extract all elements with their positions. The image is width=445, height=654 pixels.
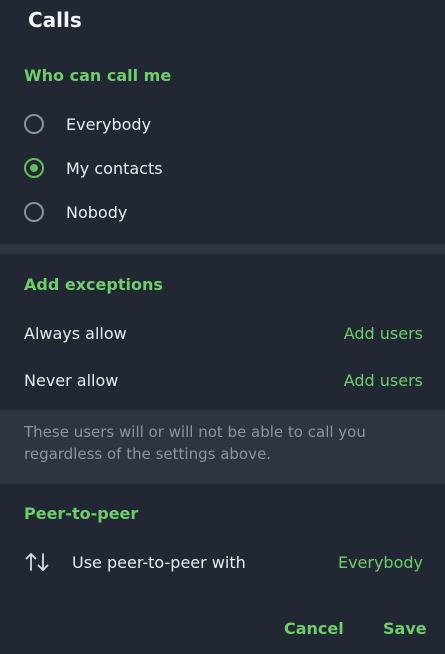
peer-to-peer-row[interactable]: Use peer-to-peer with Everybody — [24, 547, 423, 577]
peer-to-peer-value-link[interactable]: Everybody — [338, 553, 423, 572]
radio-button[interactable] — [24, 202, 44, 222]
dialog-title: Calls — [28, 8, 82, 32]
radio-label: My contacts — [66, 158, 163, 178]
section-divider — [0, 244, 445, 254]
never-allow-add-users-link[interactable]: Add users — [344, 371, 423, 390]
exceptions-info-text: These users will or will not be able to … — [0, 410, 445, 484]
save-button[interactable]: Save — [383, 614, 427, 642]
always-allow-row: Always allow Add users — [24, 318, 423, 348]
radio-button-checked[interactable] — [24, 158, 44, 178]
cancel-button[interactable]: Cancel — [284, 614, 344, 642]
radio-label: Everybody — [66, 114, 152, 134]
arrows-up-down-icon — [25, 553, 49, 571]
never-allow-row: Never allow Add users — [24, 365, 423, 395]
radio-option-nobody[interactable]: Nobody — [24, 197, 324, 227]
peer-to-peer-label: Use peer-to-peer with — [72, 552, 246, 572]
always-allow-add-users-link[interactable]: Add users — [344, 324, 423, 343]
radio-option-everybody[interactable]: Everybody — [24, 109, 324, 139]
always-allow-label: Always allow — [24, 323, 127, 343]
never-allow-label: Never allow — [24, 370, 119, 390]
who-can-call-heading: Who can call me — [24, 66, 172, 85]
radio-button[interactable] — [24, 114, 44, 134]
radio-label: Nobody — [66, 202, 128, 222]
radio-option-my-contacts[interactable]: My contacts — [24, 153, 324, 183]
add-exceptions-heading: Add exceptions — [24, 275, 163, 294]
peer-to-peer-heading: Peer-to-peer — [24, 504, 139, 523]
